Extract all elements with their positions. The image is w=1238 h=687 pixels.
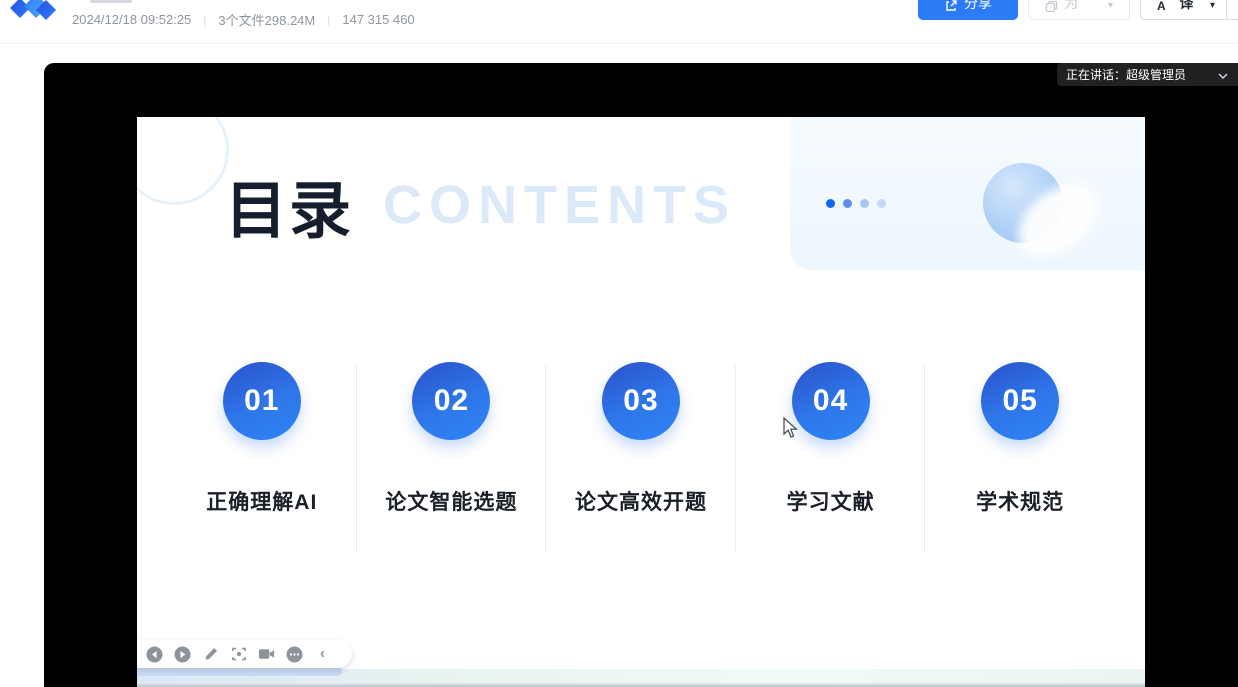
content-item-5: 05 学术规范 bbox=[925, 362, 1115, 516]
camera-icon[interactable] bbox=[258, 646, 275, 663]
translate-button-label: 翻译 bbox=[1179, 0, 1204, 13]
more-dots-icon[interactable] bbox=[286, 646, 303, 663]
save-as-button[interactable]: 另存为 ▾ bbox=[1028, 0, 1130, 20]
pagination-dots bbox=[826, 199, 886, 208]
share-button[interactable]: 分享 bbox=[918, 0, 1018, 20]
play-circle-icon[interactable] bbox=[174, 646, 191, 663]
save-copy-icon bbox=[1045, 0, 1058, 13]
chevron-down-icon bbox=[1218, 68, 1228, 82]
item-label: 论文高效开题 bbox=[575, 486, 707, 516]
save-as-button-label: 另存为 bbox=[1064, 0, 1102, 13]
meta-separator: | bbox=[327, 13, 330, 27]
item-number-badge: 01 bbox=[223, 362, 301, 440]
content-item-3: 03 论文高效开题 bbox=[546, 362, 736, 516]
share-export-icon bbox=[944, 0, 958, 13]
cropped-title-element bbox=[90, 0, 132, 3]
item-number: 05 bbox=[1002, 384, 1037, 418]
presentation-slide: 目录 CONTENTS 01 正确理解AI 02 论文智能选题 03 论文高效开… bbox=[137, 117, 1145, 687]
item-number-badge: 05 bbox=[981, 362, 1059, 440]
item-label: 学术规范 bbox=[976, 486, 1064, 516]
dot bbox=[860, 199, 869, 208]
item-number: 02 bbox=[434, 384, 469, 418]
recording-datetime: 2024/12/18 09:52:25 bbox=[72, 12, 191, 27]
item-label: 论文智能选题 bbox=[385, 486, 517, 516]
app-logo-icon[interactable] bbox=[6, 0, 62, 28]
item-number-badge: 02 bbox=[412, 362, 490, 440]
speaking-indicator[interactable]: 正在讲话：超级管理员 bbox=[1057, 63, 1238, 86]
dot bbox=[877, 199, 886, 208]
annotation-toolbar: ‹ bbox=[137, 640, 352, 668]
item-label: 正确理解AI bbox=[206, 486, 317, 516]
collapse-chevron-icon[interactable]: ‹ bbox=[314, 646, 331, 663]
meeting-number: 147 315 460 bbox=[342, 12, 414, 27]
speaking-label: 正在讲话：超级管理员 bbox=[1066, 66, 1212, 83]
slide-title: 目录 CONTENTS bbox=[225, 165, 736, 245]
contents-items: 01 正确理解AI 02 论文智能选题 03 论文高效开题 04 学习文献 bbox=[167, 362, 1115, 516]
decor-swoosh bbox=[1005, 169, 1112, 270]
mouse-cursor bbox=[783, 417, 799, 444]
item-number: 03 bbox=[623, 384, 658, 418]
translate-button[interactable]: 文A 翻译 ▾ bbox=[1140, 0, 1232, 20]
pencil-icon[interactable] bbox=[202, 646, 219, 663]
dot-active bbox=[826, 199, 835, 208]
header: 2024/12/18 09:52:25 | 3个文件298.24M | 147 … bbox=[0, 0, 1238, 44]
header-actions: 分享 另存为 ▾ 文A 翻译 ▾ bbox=[918, 0, 1232, 20]
caret-down-icon: ▾ bbox=[1210, 1, 1215, 13]
scan-frame-icon[interactable] bbox=[230, 646, 247, 663]
prev-circle-icon[interactable] bbox=[146, 646, 163, 663]
recording-meta: 2024/12/18 09:52:25 | 3个文件298.24M | 147 … bbox=[72, 10, 415, 29]
slide-title-en: CONTENTS bbox=[383, 174, 736, 236]
dot bbox=[843, 199, 852, 208]
app: 2024/12/18 09:52:25 | 3个文件298.24M | 147 … bbox=[0, 0, 1238, 687]
item-number-badge: 04 bbox=[792, 362, 870, 440]
slide-corner-panel bbox=[790, 117, 1145, 270]
decor-circle bbox=[137, 117, 229, 205]
content-item-1: 01 正确理解AI bbox=[167, 362, 357, 516]
content-item-4: 04 学习文献 bbox=[736, 362, 926, 516]
caret-down-icon: ▾ bbox=[1108, 1, 1113, 13]
item-number: 01 bbox=[244, 384, 279, 418]
item-number-badge: 03 bbox=[602, 362, 680, 440]
item-label: 学习文献 bbox=[787, 486, 875, 516]
decor-sphere bbox=[983, 163, 1063, 243]
slide-title-cn: 目录 bbox=[225, 160, 353, 250]
translate-wa-icon: 文A bbox=[1157, 0, 1173, 13]
meta-separator: | bbox=[203, 13, 206, 27]
content-item-2: 02 论文智能选题 bbox=[357, 362, 547, 516]
item-number: 04 bbox=[813, 384, 848, 418]
video-player[interactable]: 正在讲话：超级管理员 目 bbox=[44, 63, 1238, 687]
files-size: 3个文件298.24M bbox=[218, 10, 315, 29]
slide-bottom-edge bbox=[137, 683, 1145, 687]
cropped-right-button[interactable] bbox=[1226, 0, 1238, 20]
share-button-label: 分享 bbox=[964, 0, 992, 13]
